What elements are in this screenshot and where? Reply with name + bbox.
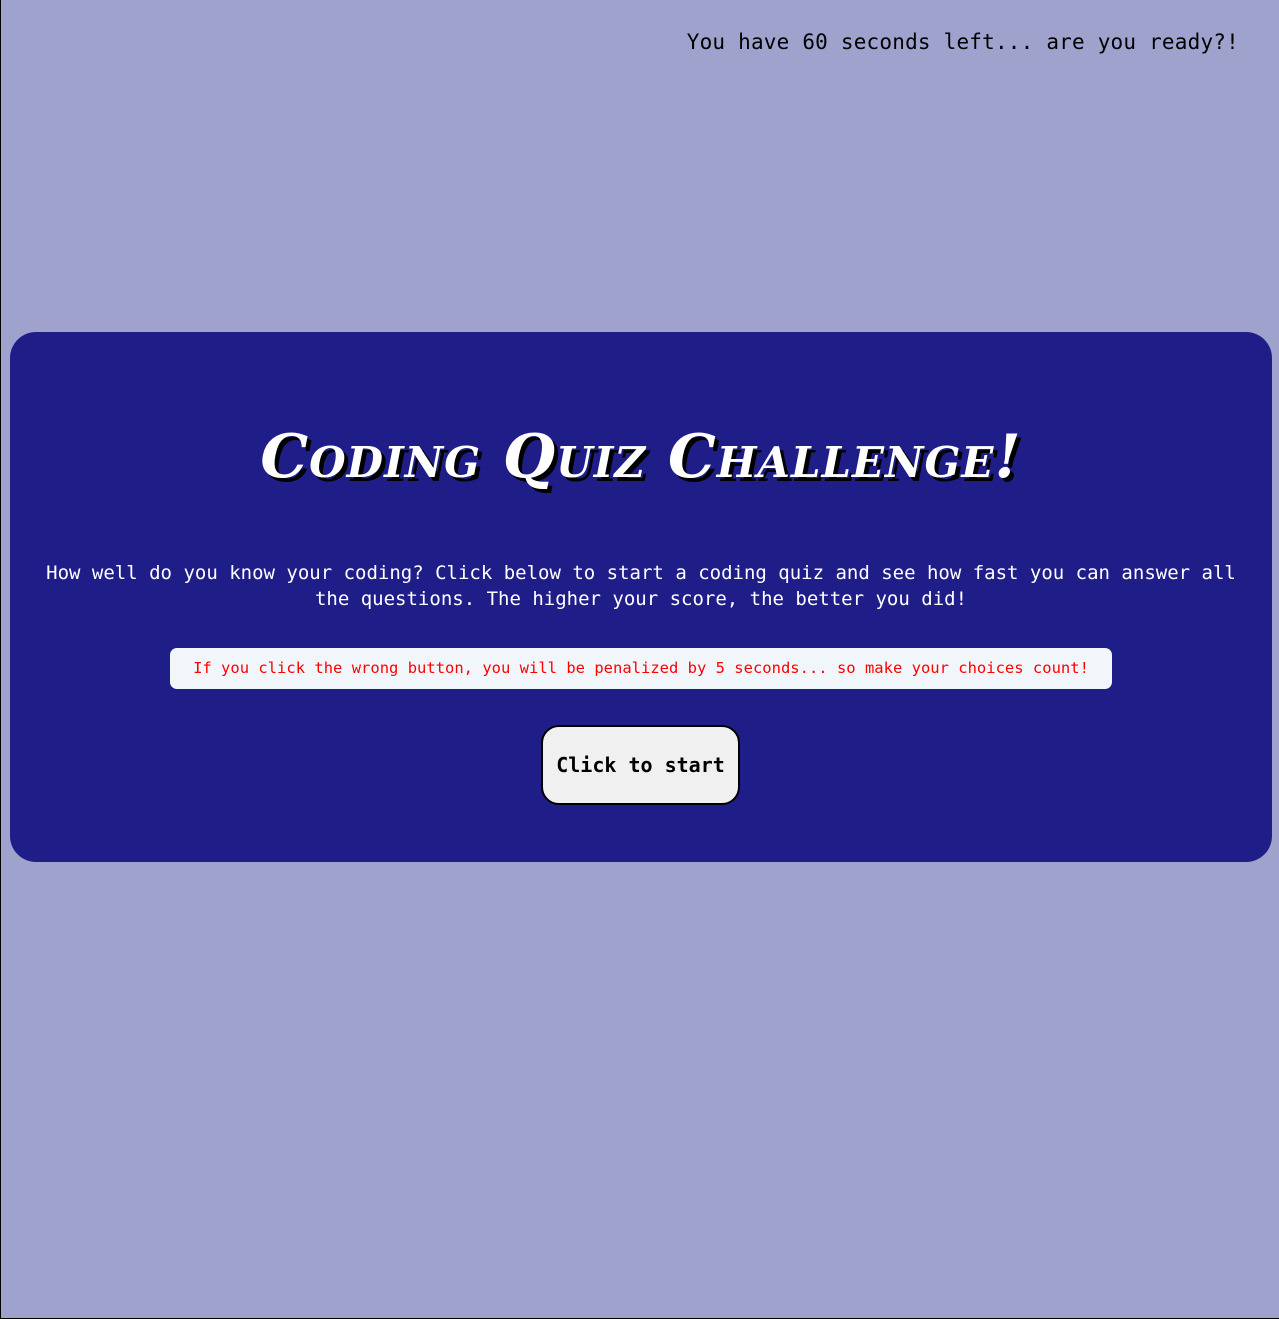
page-title: Coding Quiz Challenge! <box>260 422 1022 492</box>
timer-text: You have 60 seconds left... are you read… <box>686 30 1239 54</box>
penalty-warning: If you click the wrong button, you will … <box>170 648 1112 689</box>
intro-text: How well do you know your coding? Click … <box>46 562 1236 610</box>
quiz-start-card: Coding Quiz Challenge! How well do you k… <box>10 332 1272 862</box>
start-quiz-button[interactable]: Click to start <box>541 725 740 805</box>
